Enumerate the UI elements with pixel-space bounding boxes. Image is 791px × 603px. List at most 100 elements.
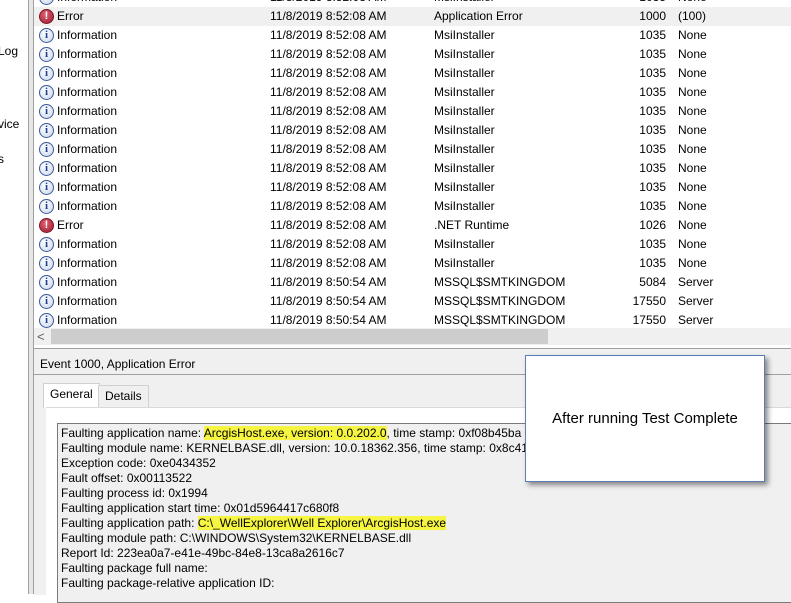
- tab-details[interactable]: Details: [98, 385, 149, 407]
- event-row[interactable]: i Information 11/8/2019 8:52:08 AM MsiIn…: [34, 235, 791, 254]
- event-row[interactable]: i Information 11/8/2019 8:50:54 AM MSSQL…: [34, 311, 791, 328]
- event-task-category: None: [678, 142, 707, 156]
- event-row[interactable]: i Information 11/8/2019 8:52:08 AM MsiIn…: [34, 254, 791, 273]
- description-line: Faulting module path: C:\WINDOWS\System3…: [61, 531, 791, 546]
- event-source: MsiInstaller: [434, 123, 495, 137]
- description-text: Faulting application start time: 0x01d59…: [61, 501, 340, 515]
- information-icon: i: [39, 275, 54, 290]
- event-source: MsiInstaller: [434, 85, 495, 99]
- description-text: Fault offset: 0x00113522: [61, 471, 192, 485]
- event-task-category: None: [678, 66, 707, 80]
- event-date: 11/8/2019 8:52:08 AM: [270, 9, 387, 23]
- information-icon: i: [39, 294, 54, 309]
- event-id: 1026: [639, 218, 666, 232]
- event-id: 1035: [639, 85, 666, 99]
- information-icon: i: [39, 237, 54, 252]
- event-row[interactable]: i Information 11/8/2019 8:52:08 AM MsiIn…: [34, 26, 791, 45]
- event-date: 11/8/2019 8:52:08 AM: [270, 199, 387, 213]
- console-tree: Log vice s: [0, 0, 28, 594]
- event-row[interactable]: i Information 11/8/2019 8:52:08 AM MsiIn…: [34, 178, 791, 197]
- event-task-category: None: [678, 237, 707, 251]
- event-level: Information: [57, 313, 118, 327]
- event-source: .NET Runtime: [434, 218, 510, 232]
- event-row[interactable]: i Information 11/8/2019 8:50:54 AM MSSQL…: [34, 292, 791, 311]
- event-task-category: None: [678, 0, 707, 7]
- event-level: Information: [57, 142, 118, 156]
- event-level: Information: [57, 180, 118, 194]
- tab-general[interactable]: General: [43, 383, 100, 408]
- information-icon: i: [39, 66, 54, 81]
- event-level: Error: [57, 9, 84, 23]
- description-line: Faulting package full name:: [61, 561, 791, 576]
- event-id: 1035: [639, 47, 666, 61]
- event-id: 17550: [632, 294, 666, 308]
- event-id: 17550: [632, 313, 666, 327]
- event-id: 1035: [639, 161, 666, 175]
- event-id: 1035: [639, 237, 666, 251]
- tree-item[interactable]: Log: [0, 44, 18, 58]
- event-date: 11/8/2019 8:52:08 AM: [270, 66, 387, 80]
- event-row[interactable]: i Information 11/8/2019 8:52:08 AM MsiIn…: [34, 0, 791, 7]
- description-line: Faulting application start time: 0x01d59…: [61, 501, 791, 516]
- event-row[interactable]: ! Error 11/8/2019 8:52:08 AM .NET Runtim…: [34, 216, 791, 235]
- description-text: Faulting package full name:: [61, 561, 208, 575]
- information-icon: i: [39, 161, 54, 176]
- event-source: MsiInstaller: [434, 161, 495, 175]
- information-icon: i: [39, 256, 54, 271]
- event-date: 11/8/2019 8:50:54 AM: [270, 313, 387, 327]
- event-date: 11/8/2019 8:52:08 AM: [270, 256, 387, 270]
- tree-item[interactable]: vice: [0, 117, 19, 131]
- event-date: 11/8/2019 8:50:54 AM: [270, 275, 387, 289]
- event-row[interactable]: i Information 11/8/2019 8:52:08 AM MsiIn…: [34, 102, 791, 121]
- event-task-category: None: [678, 47, 707, 61]
- event-row[interactable]: i Information 11/8/2019 8:52:08 AM MsiIn…: [34, 64, 791, 83]
- event-level: Error: [57, 218, 84, 232]
- event-task-category: None: [678, 28, 707, 42]
- information-icon: i: [39, 180, 54, 195]
- event-row[interactable]: i Information 11/8/2019 8:52:08 AM MsiIn…: [34, 159, 791, 178]
- event-date: 11/8/2019 8:52:08 AM: [270, 218, 387, 232]
- event-level: Information: [57, 294, 118, 308]
- event-id: 1035: [639, 180, 666, 194]
- event-row[interactable]: i Information 11/8/2019 8:50:54 AM MSSQL…: [34, 273, 791, 292]
- event-task-category: None: [678, 180, 707, 194]
- event-row[interactable]: i Information 11/8/2019 8:52:08 AM MsiIn…: [34, 83, 791, 102]
- description-text: , time stamp: 0xf08b45ba: [386, 426, 522, 440]
- information-icon: i: [39, 142, 54, 157]
- horizontal-scrollbar[interactable]: <: [34, 328, 791, 345]
- event-source: MsiInstaller: [434, 66, 495, 80]
- event-source: MsiInstaller: [434, 47, 495, 61]
- event-date: 11/8/2019 8:52:08 AM: [270, 28, 387, 42]
- description-line: Faulting package-relative application ID…: [61, 576, 791, 591]
- event-task-category: (100): [678, 9, 707, 23]
- highlighted-text: ArcgisHost.exe, version: 0.0.202.0: [203, 426, 387, 440]
- event-task-category: None: [678, 256, 707, 270]
- event-source: MsiInstaller: [434, 104, 495, 118]
- description-text: Faulting package-relative application ID…: [61, 576, 275, 590]
- information-icon: i: [39, 313, 54, 328]
- event-date: 11/8/2019 8:52:08 AM: [270, 0, 387, 7]
- information-icon: i: [39, 104, 54, 119]
- event-source: MSSQL$SMTKINGDOM: [434, 294, 566, 308]
- event-row[interactable]: i Information 11/8/2019 8:52:08 AM MsiIn…: [34, 197, 791, 216]
- event-row[interactable]: i Information 11/8/2019 8:52:08 AM MsiIn…: [34, 121, 791, 140]
- description-text: Report Id: 223ea0a7-e41e-49bc-84e8-13ca8…: [61, 546, 345, 560]
- event-level: Information: [57, 161, 118, 175]
- event-row[interactable]: i Information 11/8/2019 8:52:08 AM MsiIn…: [34, 140, 791, 159]
- event-row[interactable]: ! Error 11/8/2019 8:52:08 AM Application…: [34, 7, 791, 26]
- tree-item[interactable]: s: [0, 152, 4, 166]
- scroll-left-icon[interactable]: <: [37, 328, 45, 345]
- description-text: Faulting module name: KERNELBASE.dll, ve…: [61, 441, 555, 455]
- annotation-callout: After running Test Complete: [525, 355, 765, 482]
- scrollbar-thumb[interactable]: [51, 329, 548, 344]
- event-row[interactable]: i Information 11/8/2019 8:52:08 AM MsiIn…: [34, 45, 791, 64]
- event-id: 1035: [639, 66, 666, 80]
- event-source: MsiInstaller: [434, 0, 495, 7]
- error-icon: !: [39, 218, 54, 233]
- event-level: Information: [57, 0, 117, 7]
- description-text: Faulting process id: 0x1994: [61, 486, 208, 500]
- event-task-category: None: [678, 199, 707, 213]
- event-id: 1000: [639, 9, 666, 23]
- description-line: Report Id: 223ea0a7-e41e-49bc-84e8-13ca8…: [61, 546, 791, 561]
- highlighted-text: C:\_WellExplorer\Well Explorer\ArcgisHos…: [197, 516, 447, 530]
